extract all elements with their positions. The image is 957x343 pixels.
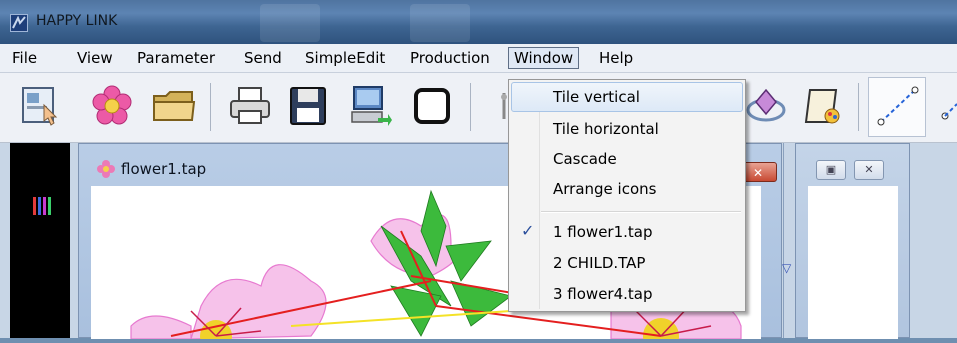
menu-bar: File View Parameter Send SimpleEdit Prod… — [0, 44, 957, 73]
line-draw-icon-2[interactable] — [934, 81, 957, 131]
menu-item-doc-flower4[interactable]: 3 flower4.tap — [511, 279, 743, 309]
child-window-title: flower1.tap — [121, 160, 207, 178]
close-button-inactive[interactable]: ✕ — [854, 160, 884, 180]
menu-item-tile-horizontal[interactable]: Tile horizontal — [511, 114, 743, 144]
flower-icon — [97, 160, 115, 182]
flower-icon[interactable] — [88, 81, 136, 131]
menu-send[interactable]: Send — [244, 49, 282, 67]
design-touch-icon[interactable] — [16, 81, 64, 131]
menu-simpleedit[interactable]: SimpleEdit — [305, 49, 385, 67]
child-canvas — [808, 186, 898, 339]
menu-item-label: 2 CHILD.TAP — [553, 254, 646, 272]
menu-item-doc-child[interactable]: 2 CHILD.TAP — [511, 248, 743, 278]
titlebar-reflection — [260, 4, 320, 42]
frame-icon[interactable] — [408, 81, 456, 131]
color-palette-panel — [10, 143, 70, 338]
toolbar-separator — [470, 83, 471, 131]
menu-file[interactable]: File — [12, 49, 37, 67]
child-window-secondary[interactable]: ▣ ✕ — [795, 143, 910, 339]
menu-item-cascade[interactable]: Cascade — [511, 144, 743, 174]
window-menu-dropdown: Tile vertical Tile horizontal Cascade Ar… — [508, 79, 746, 312]
line-draw-icon[interactable] — [868, 77, 926, 137]
toolbar-separator — [210, 83, 211, 131]
folder-icon[interactable] — [150, 81, 198, 131]
menu-item-arrange-icons[interactable]: Arrange icons — [511, 174, 743, 204]
thread-colors-icon[interactable] — [32, 195, 54, 221]
menu-item-label: Tile horizontal — [553, 120, 659, 138]
scroll-down-arrow-icon[interactable]: ▽ — [782, 261, 791, 275]
menu-production[interactable]: Production — [410, 49, 490, 67]
rotate-gem-icon[interactable] — [742, 81, 790, 131]
window-title: HAPPY LINK — [36, 13, 118, 29]
checkmark-icon: ✓ — [521, 221, 535, 240]
menu-item-tile-vertical[interactable]: Tile vertical — [511, 82, 743, 112]
menu-item-doc-flower1[interactable]: ✓ 1 flower1.tap — [511, 217, 743, 247]
child-window-edge: ▽ — [782, 143, 795, 338]
computer-send-icon[interactable] — [346, 81, 394, 131]
menu-item-label: Tile vertical — [553, 88, 640, 106]
menu-item-label: 3 flower4.tap — [553, 285, 653, 303]
menu-item-label: 1 flower1.tap — [553, 223, 653, 241]
printer-icon[interactable] — [226, 81, 274, 131]
menu-window[interactable]: Window — [508, 47, 580, 69]
menu-help[interactable]: Help — [599, 49, 633, 67]
floppy-save-icon[interactable] — [284, 81, 332, 131]
scroll-paint-icon[interactable] — [800, 81, 848, 131]
menu-parameter[interactable]: Parameter — [137, 49, 215, 67]
toolbar — [0, 73, 957, 143]
restore-button[interactable]: ▣ — [816, 160, 846, 180]
titlebar-reflection — [410, 4, 470, 42]
menu-item-label: Cascade — [553, 150, 617, 168]
toolbar-separator — [858, 83, 859, 131]
menu-separator — [541, 211, 741, 213]
app-logo-icon[interactable] — [10, 14, 28, 32]
title-bar: HAPPY LINK — [0, 0, 957, 44]
menu-item-label: Arrange icons — [553, 180, 657, 198]
menu-view[interactable]: View — [77, 49, 113, 67]
